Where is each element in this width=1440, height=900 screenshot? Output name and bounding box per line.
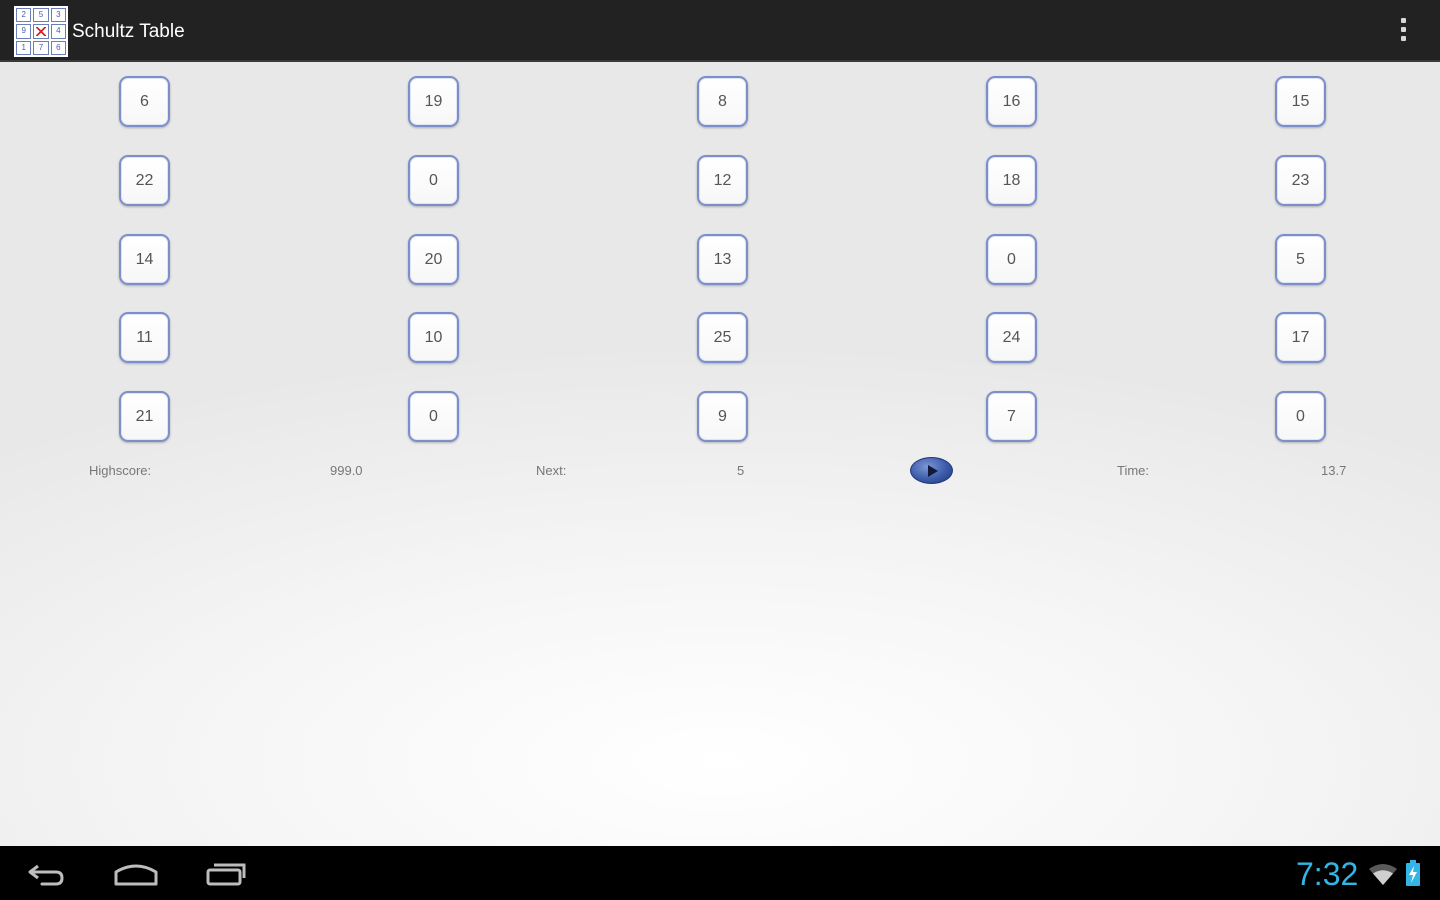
number-tile[interactable]: 0 — [408, 155, 459, 206]
number-tile[interactable]: 17 — [1275, 312, 1326, 363]
number-tile[interactable]: 0 — [408, 391, 459, 442]
app-icon-marked-cell — [33, 24, 49, 39]
number-tile[interactable]: 23 — [1275, 155, 1326, 206]
home-icon[interactable] — [113, 858, 159, 888]
play-button[interactable] — [910, 457, 953, 484]
status-row: Highscore: 999.0 Next: 5 Time: 13.7 — [0, 457, 1440, 487]
number-tile[interactable]: 7 — [986, 391, 1037, 442]
content-area: 6 19 8 16 15 22 0 12 18 23 14 20 13 0 5 11 10 25 24 17 21 0 9 7… — [0, 62, 1440, 846]
time-label: Time: — [1117, 463, 1150, 478]
app-icon-cell: 7 — [33, 40, 49, 55]
app-icon-cell: 1 — [16, 40, 32, 55]
number-tile[interactable]: 8 — [697, 76, 748, 127]
app-icon-cell: 2 — [16, 8, 32, 23]
number-tile[interactable]: 5 — [1275, 234, 1326, 285]
action-bar: 253 9 4 176 Schultz Table — [0, 0, 1440, 62]
recent-apps-icon[interactable] — [204, 858, 250, 888]
number-tile[interactable]: 0 — [986, 234, 1037, 285]
number-tile[interactable]: 15 — [1275, 76, 1326, 127]
highscore-label: Highscore: — [89, 463, 152, 478]
app-icon-cell: 9 — [16, 24, 32, 39]
app-icon-cell: 5 — [33, 8, 49, 23]
number-tile[interactable]: 18 — [986, 155, 1037, 206]
time-value: 13.7 — [1321, 463, 1347, 478]
number-tile[interactable]: 12 — [697, 155, 748, 206]
wifi-icon — [1369, 864, 1397, 885]
number-tile[interactable]: 25 — [697, 312, 748, 363]
number-tile[interactable]: 0 — [1275, 391, 1326, 442]
next-label: Next: — [536, 463, 567, 478]
app-icon: 253 9 4 176 — [14, 6, 68, 57]
system-bar: 7:32 — [0, 846, 1440, 900]
number-tile[interactable]: 24 — [986, 312, 1037, 363]
app-icon-cell: 6 — [50, 40, 66, 55]
number-tile[interactable]: 10 — [408, 312, 459, 363]
schultz-grid: 6 19 8 16 15 22 0 12 18 23 14 20 13 0 5 11 10 25 24 17 21 0 9 7… — [0, 62, 1440, 462]
number-tile[interactable]: 14 — [119, 234, 170, 285]
overflow-menu-icon[interactable] — [1396, 16, 1412, 46]
app-icon-cell: 4 — [50, 24, 66, 39]
next-value: 5 — [737, 463, 745, 478]
number-tile[interactable]: 22 — [119, 155, 170, 206]
back-icon[interactable] — [24, 858, 68, 888]
number-tile[interactable]: 20 — [408, 234, 459, 285]
number-tile[interactable]: 21 — [119, 391, 170, 442]
highscore-value: 999.0 — [330, 463, 363, 478]
number-tile[interactable]: 6 — [119, 76, 170, 127]
number-tile[interactable]: 13 — [697, 234, 748, 285]
clock: 7:32 — [1296, 856, 1359, 892]
number-tile[interactable]: 9 — [697, 391, 748, 442]
app-title: Schultz Table — [72, 21, 185, 42]
number-tile[interactable]: 11 — [119, 312, 170, 363]
number-tile[interactable]: 16 — [986, 76, 1037, 127]
number-tile[interactable]: 19 — [408, 76, 459, 127]
battery-charging-icon — [1406, 860, 1420, 886]
app-icon-cell: 3 — [50, 8, 66, 23]
